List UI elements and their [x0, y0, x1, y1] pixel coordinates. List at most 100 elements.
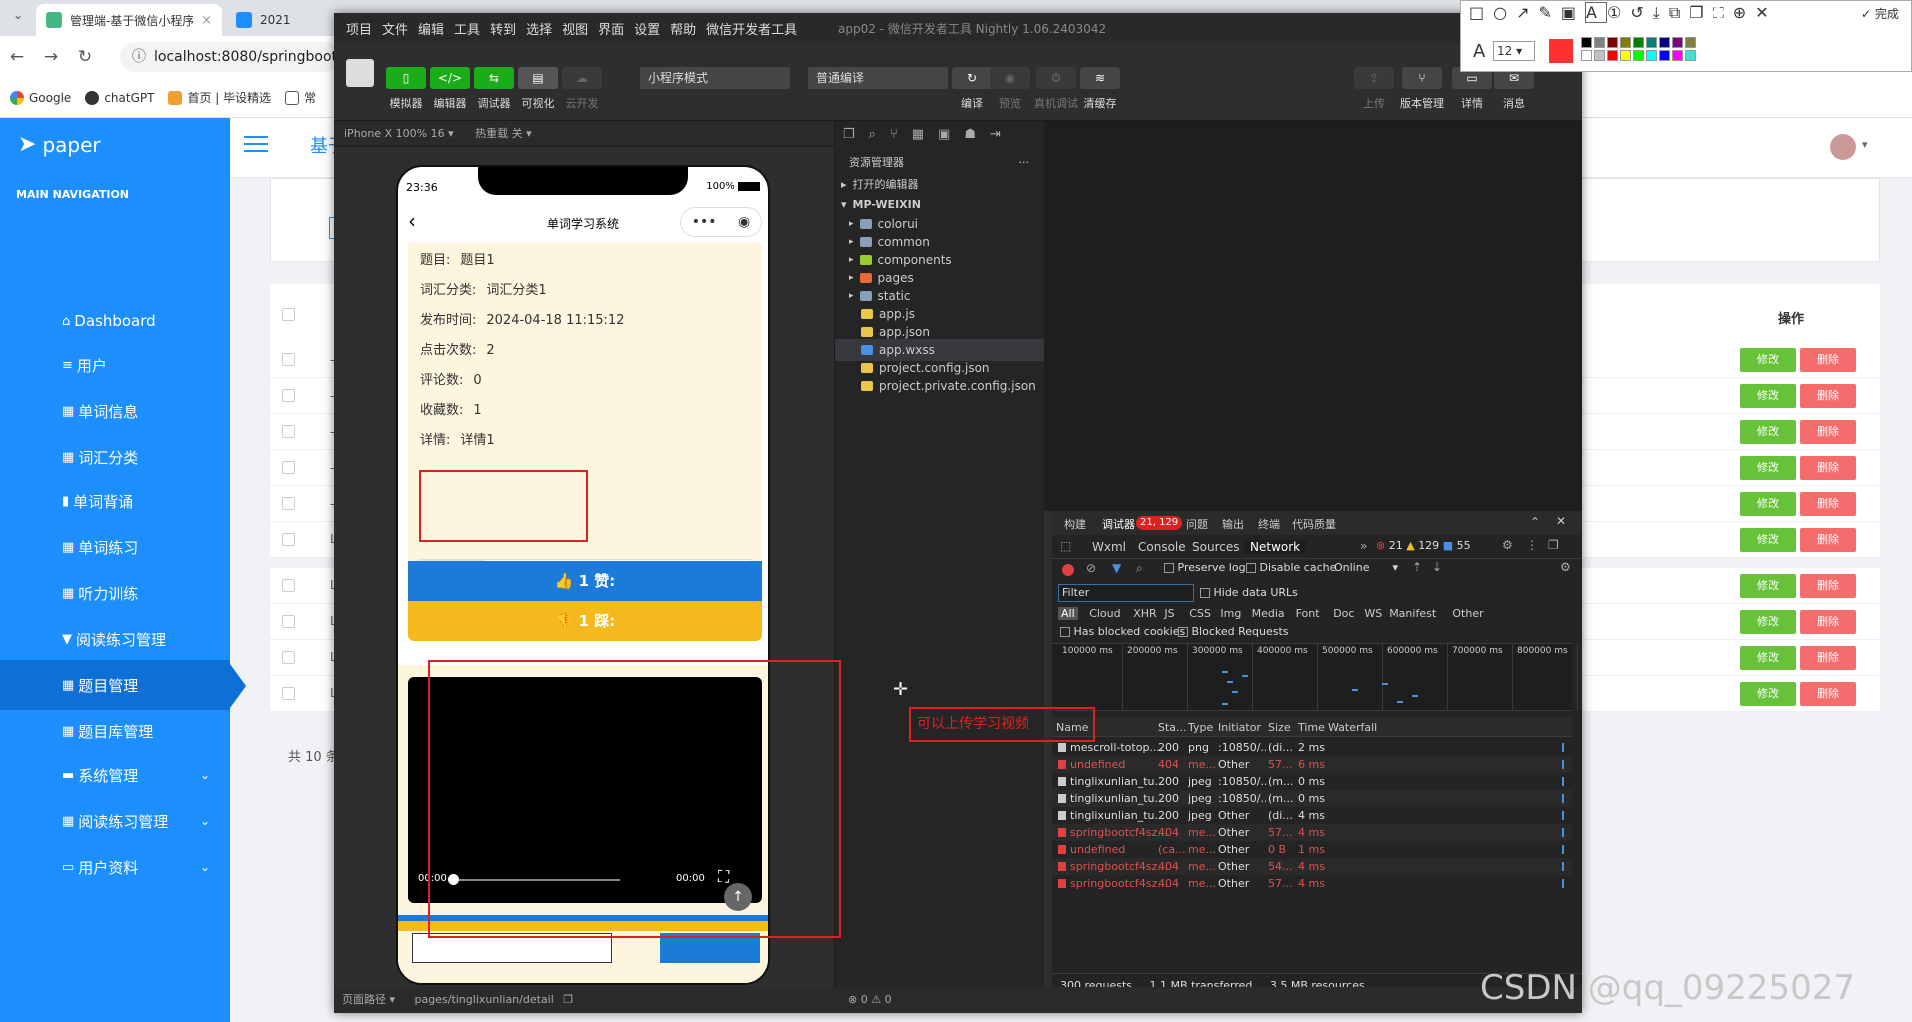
row-checkbox[interactable] [282, 533, 295, 546]
network-column-header[interactable]: Sta... [1158, 721, 1187, 734]
panel-tab[interactable]: Wxml [1092, 540, 1126, 554]
edit-button[interactable]: 修改 [1740, 610, 1796, 634]
collapse-icon[interactable]: ⌃ [1530, 515, 1540, 529]
color-swatch[interactable] [1581, 37, 1592, 48]
network-row[interactable]: undefined (ca... me... Other 0 B 1 ms [1052, 841, 1572, 858]
debugger-toggle[interactable]: ⇆ [474, 67, 514, 89]
sidebar-item[interactable]: ▦ 单词信息 [0, 386, 230, 436]
menu-item[interactable]: 选择 [526, 19, 552, 38]
undo-icon[interactable]: ↺ [1630, 3, 1652, 22]
debugger-tab[interactable]: 代码质量 [1292, 516, 1336, 532]
dock-icon[interactable]: ❐ [1548, 538, 1559, 552]
edit-button[interactable]: 修改 [1740, 646, 1796, 670]
editor-toggle[interactable]: </> [430, 67, 470, 89]
type-filter[interactable]: Font [1296, 607, 1320, 620]
type-filter[interactable]: WS [1364, 607, 1382, 620]
type-filter[interactable]: JS [1164, 607, 1174, 620]
row-checkbox[interactable] [282, 353, 295, 366]
delete-button[interactable]: 删除 [1800, 682, 1856, 706]
network-column-header[interactable]: Waterfall [1328, 721, 1377, 734]
simulator-toggle[interactable]: ▯ [386, 67, 426, 89]
type-filter[interactable]: Other [1452, 607, 1483, 620]
bookmark-folder[interactable]: 常 [285, 89, 316, 106]
search-network-icon[interactable]: ⌕ [1136, 561, 1143, 576]
compile-icon[interactable]: ↻ [952, 67, 992, 89]
hamburger-menu-icon[interactable] [244, 136, 268, 154]
row-checkbox[interactable] [282, 579, 295, 592]
network-row[interactable]: springbootcf4sz... 404 me... Other 57... 4 ms [1052, 875, 1572, 892]
color-swatch[interactable] [1620, 37, 1631, 48]
forward-arrow-icon[interactable]: → [34, 47, 68, 67]
user-avatar[interactable] [1830, 134, 1856, 160]
save-icon[interactable]: ⤓ [1653, 3, 1669, 22]
back-arrow-icon[interactable]: ← [0, 47, 34, 67]
network-row[interactable]: tinglixunlian_tu... 200 jpeg Other (di... 4 m… [1052, 807, 1572, 824]
color-swatch[interactable] [1685, 37, 1696, 48]
dislike-button[interactable]: 👎 1 踩: [408, 601, 762, 641]
ocr-icon[interactable]: ⛶ [1713, 3, 1733, 22]
panel-tab[interactable]: Sources [1192, 540, 1239, 554]
translate-icon[interactable]: ⊕ [1733, 3, 1755, 22]
chevron-down-icon[interactable]: ⌄ [200, 814, 210, 828]
hide-data-urls-checkbox[interactable]: Hide data URLs [1200, 586, 1298, 599]
color-swatch[interactable] [1594, 50, 1605, 61]
more-tabs-icon[interactable]: » [1360, 539, 1367, 553]
font-size-select[interactable]: 12 ▾ [1493, 41, 1535, 61]
sidebar-item[interactable]: ▦ 题目库管理 [0, 706, 230, 756]
type-filter[interactable]: Img [1220, 607, 1241, 620]
color-swatch[interactable] [1594, 37, 1605, 48]
version-icon[interactable]: ⑂ [1402, 67, 1442, 89]
color-swatch[interactable] [1633, 37, 1644, 48]
mosaic-tool-icon[interactable]: ▣ [1561, 3, 1585, 22]
network-row[interactable]: undefined 404 me... Other 57... 6 ms [1052, 756, 1572, 773]
sidebar-item[interactable]: ▼ 阅读练习管理 [0, 614, 230, 664]
menu-item[interactable]: 文件 [382, 19, 408, 38]
delete-button[interactable]: 删除 [1800, 528, 1856, 552]
menu-item[interactable]: 设置 [634, 19, 660, 38]
sidebar-item[interactable]: ▦ 单词练习 [0, 522, 230, 572]
site-info-icon[interactable]: ⓘ [132, 42, 146, 72]
inspect-icon[interactable]: ⬚ [1060, 539, 1071, 553]
debugger-tab[interactable]: 终端 [1258, 516, 1280, 532]
kebab-icon[interactable]: ⋮ [1526, 538, 1538, 552]
row-checkbox[interactable] [282, 651, 295, 664]
select-all-checkbox[interactable] [282, 308, 295, 321]
font-tool-icon[interactable]: A [1473, 41, 1485, 62]
text-tool-icon[interactable]: A [1585, 2, 1607, 23]
close-tab-icon[interactable]: × [201, 13, 212, 28]
bookmark-google[interactable]: Google [10, 90, 71, 105]
page-path-select[interactable]: 页面路径 ▾ [342, 993, 395, 1006]
device-select[interactable]: iPhone X 100% 16 ▾ [344, 127, 454, 140]
color-swatch[interactable] [1659, 50, 1670, 61]
network-column-header[interactable]: Initiator [1218, 721, 1261, 734]
close-circle-icon[interactable]: ◉ [738, 214, 750, 230]
filter-icon[interactable]: ▼ [1112, 561, 1121, 575]
sidebar-item[interactable]: ▭ 用户资料 ⌄ [0, 842, 230, 892]
color-swatch[interactable] [1646, 50, 1657, 61]
color-swatch[interactable] [1672, 50, 1683, 61]
throttle-select[interactable]: Online ▾ [1334, 561, 1398, 574]
project-header[interactable]: ▾ MP-WEIXIN [835, 193, 1045, 215]
delete-button[interactable]: 删除 [1800, 456, 1856, 480]
color-swatch[interactable] [1633, 50, 1644, 61]
files-icon[interactable]: ❐ [843, 127, 855, 142]
network-row[interactable]: springbootcf4sz... 404 me... Other 54... 4 ms [1052, 858, 1572, 875]
network-row[interactable]: springbootcf4sz... 404 me... Other 57... 4 ms [1052, 824, 1572, 841]
type-filter[interactable]: XHR [1133, 607, 1156, 620]
debugger-tab[interactable]: 构建 [1064, 516, 1086, 532]
blocked-requests-checkbox[interactable]: Blocked Requests [1178, 625, 1289, 638]
delete-button[interactable]: 删除 [1800, 420, 1856, 444]
export-icon[interactable]: ⇣ [1432, 560, 1442, 574]
edit-button[interactable]: 修改 [1740, 682, 1796, 706]
delete-button[interactable]: 删除 [1800, 610, 1856, 634]
sidebar-item[interactable]: ⌂ Dashboard [0, 296, 230, 346]
menu-item[interactable]: 微信开发者工具 [706, 19, 797, 38]
debugger-tab[interactable]: 输出 [1222, 516, 1244, 532]
color-swatch[interactable] [1672, 37, 1683, 48]
row-checkbox[interactable] [282, 389, 295, 402]
save-icon[interactable]: ▣ [938, 127, 950, 142]
import-icon[interactable]: ⇡ [1412, 560, 1422, 574]
capsule-menu[interactable]: ••• ◉ [680, 207, 762, 237]
rectangle-tool-icon[interactable]: □ [1469, 3, 1493, 22]
network-settings-icon[interactable]: ⚙ [1560, 560, 1571, 574]
